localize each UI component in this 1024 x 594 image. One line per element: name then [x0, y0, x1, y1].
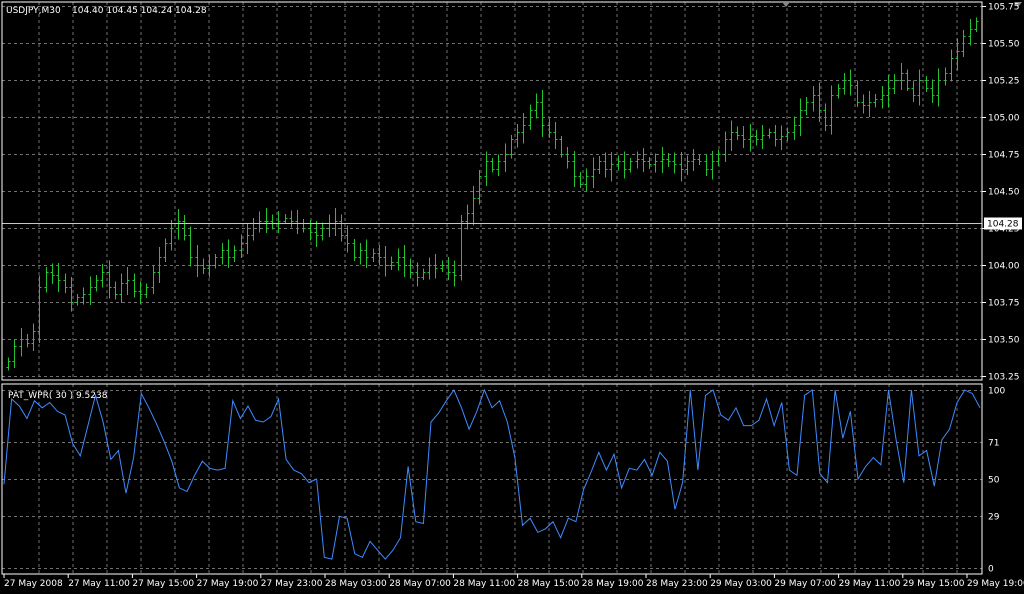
- time-tick-label: 28 May 19:00: [582, 579, 644, 589]
- price-tick-label: 105.00: [988, 114, 1020, 124]
- price-tick-label: 105.25: [988, 77, 1020, 87]
- time-tick-label: 29 May 19:00: [967, 579, 1024, 589]
- time-tick-label: 27 May 2008: [4, 579, 63, 589]
- price-tick-label: 103.50: [988, 336, 1020, 346]
- time-tick-label: 29 May 03:00: [710, 579, 772, 589]
- trading-chart[interactable]: 105.75 105.50 105.25 105.00 104.75 104.50 104.…: [0, 0, 1024, 594]
- indicator-tick-label: 0: [988, 565, 994, 575]
- time-tick-label: 28 May 15:00: [518, 579, 580, 589]
- indicator-label: PAT_WPR( 30 ) 9.5238: [8, 391, 108, 401]
- indicator-tick-label: 50: [988, 476, 1000, 486]
- indicator-tick-label: 100: [988, 387, 1005, 397]
- time-tick-label: 28 May 11:00: [453, 579, 515, 589]
- time-tick-label: 27 May 19:00: [197, 579, 259, 589]
- indicator-tick-label: 29: [988, 513, 1000, 523]
- price-tick-label: 104.00: [988, 262, 1020, 272]
- symbol-label: USDJPY,M30: [6, 6, 61, 16]
- ohlc-values: 104.40 104.45 104.24 104.28: [72, 6, 207, 16]
- time-tick-label: 27 May 11:00: [68, 579, 130, 589]
- time-tick-label: 28 May 07:00: [389, 579, 451, 589]
- time-tick-label: 28 May 03:00: [325, 579, 387, 589]
- time-tick-label: 29 May 07:00: [774, 579, 836, 589]
- price-tick-label: 104.50: [988, 188, 1020, 198]
- time-tick-label: 28 May 23:00: [646, 579, 708, 589]
- time-tick-label: 27 May 23:00: [261, 579, 323, 589]
- indicator-tick-label: 71: [988, 439, 999, 449]
- time-tick-label: 27 May 15:00: [132, 579, 194, 589]
- price-tick-label: 105.75: [988, 3, 1020, 13]
- price-tick-label: 103.25: [988, 373, 1020, 383]
- time-tick-label: 29 May 15:00: [903, 579, 965, 589]
- price-tick-label: 103.75: [988, 299, 1020, 309]
- price-tick-label: 105.50: [988, 40, 1020, 50]
- price-tick-label: 104.75: [988, 151, 1020, 161]
- time-tick-label: 29 May 11:00: [839, 579, 901, 589]
- current-price-box: 104.28: [984, 217, 1022, 230]
- current-price-label: 104.28: [987, 220, 1019, 230]
